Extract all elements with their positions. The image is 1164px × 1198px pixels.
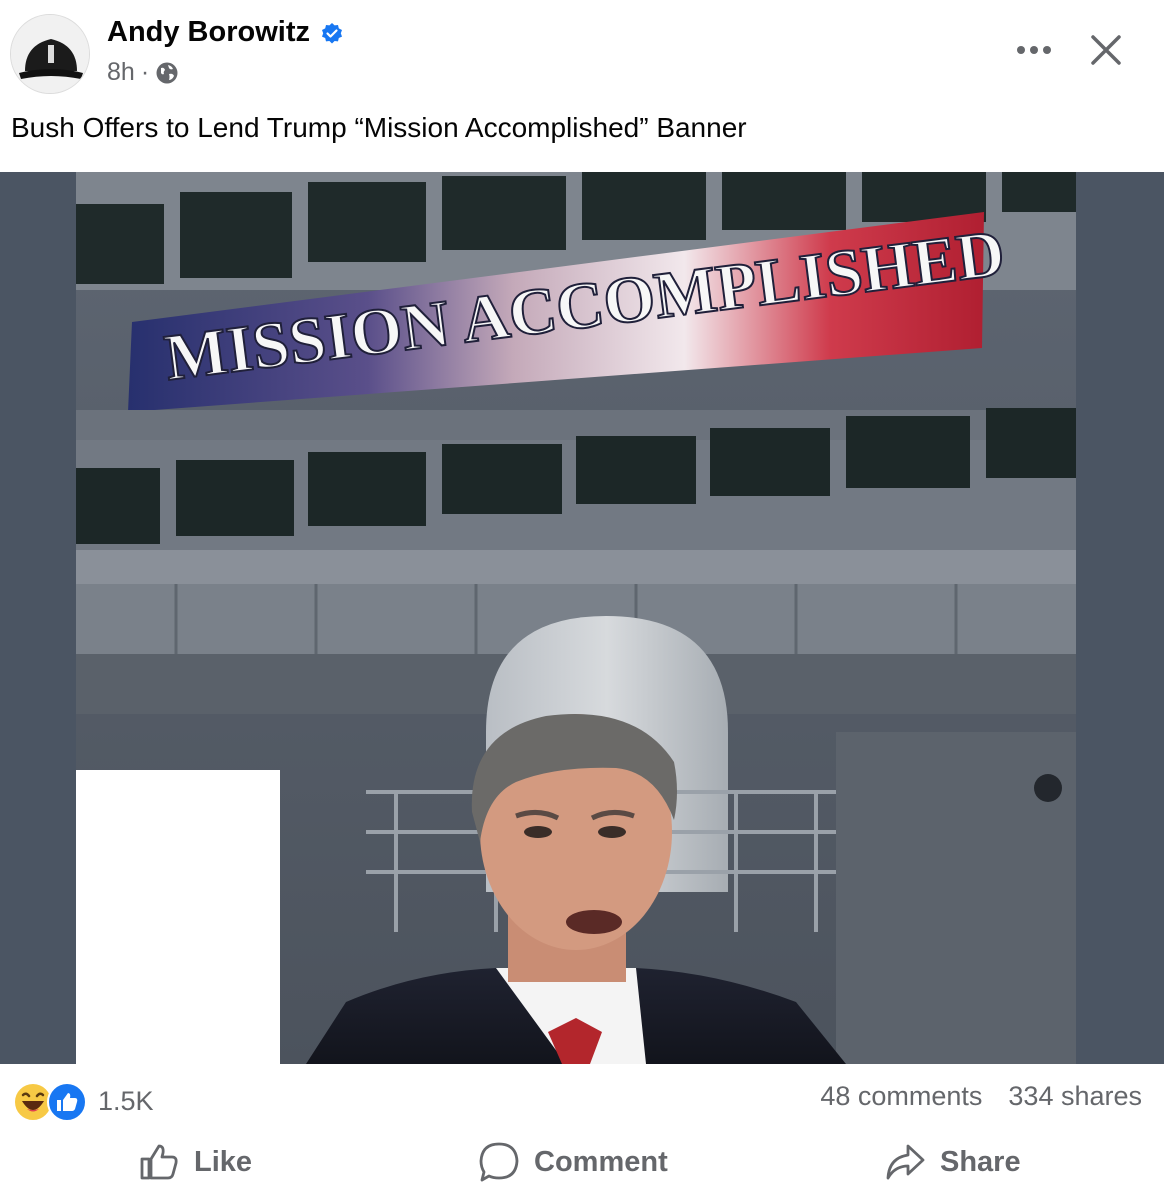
- author-avatar[interactable]: [10, 14, 90, 94]
- close-button[interactable]: [1080, 24, 1132, 76]
- more-options-icon: [1017, 46, 1051, 54]
- like-label: Like: [194, 1145, 253, 1178]
- reactions-summary[interactable]: 1.5K: [12, 1080, 154, 1122]
- comments-count[interactable]: 48 comments: [820, 1081, 982, 1112]
- verified-badge-icon: [320, 21, 344, 45]
- share-label: Share: [940, 1145, 1021, 1178]
- share-icon: [886, 1144, 925, 1180]
- author-name[interactable]: Andy Borowitz: [107, 16, 344, 49]
- comment-button[interactable]: Comment: [478, 1134, 668, 1190]
- shares-count[interactable]: 334 shares: [1008, 1081, 1142, 1112]
- post-timestamp[interactable]: 8h: [107, 58, 135, 87]
- action-bar: Like Comment Share: [0, 1134, 1164, 1190]
- post-photo[interactable]: MISSION ACCOMPLISHED: [76, 172, 1076, 1064]
- post-caption: Bush Offers to Lend Trump “Mission Accom…: [11, 112, 747, 143]
- like-reaction-icon: [47, 1082, 87, 1122]
- comment-icon: [479, 1142, 519, 1182]
- engagement-counts: 48 comments 334 shares: [820, 1081, 1142, 1112]
- post-meta: 8h ·: [107, 58, 179, 87]
- meta-separator: ·: [140, 58, 150, 86]
- comment-label: Comment: [534, 1145, 668, 1178]
- globe-icon: [155, 61, 179, 85]
- more-options-button[interactable]: [1010, 30, 1058, 70]
- thumbs-up-icon: [140, 1144, 178, 1180]
- like-button[interactable]: Like: [138, 1134, 252, 1190]
- author-name-text[interactable]: Andy Borowitz: [107, 16, 310, 49]
- reaction-count[interactable]: 1.5K: [98, 1086, 154, 1117]
- reaction-icons: [12, 1081, 90, 1122]
- close-icon: [1091, 35, 1121, 65]
- share-button[interactable]: Share: [884, 1134, 1021, 1190]
- photo-container[interactable]: MISSION ACCOMPLISHED: [0, 172, 1164, 1064]
- post-dialog: Andy Borowitz 8h · Bush Offers to Lend T…: [0, 0, 1164, 1198]
